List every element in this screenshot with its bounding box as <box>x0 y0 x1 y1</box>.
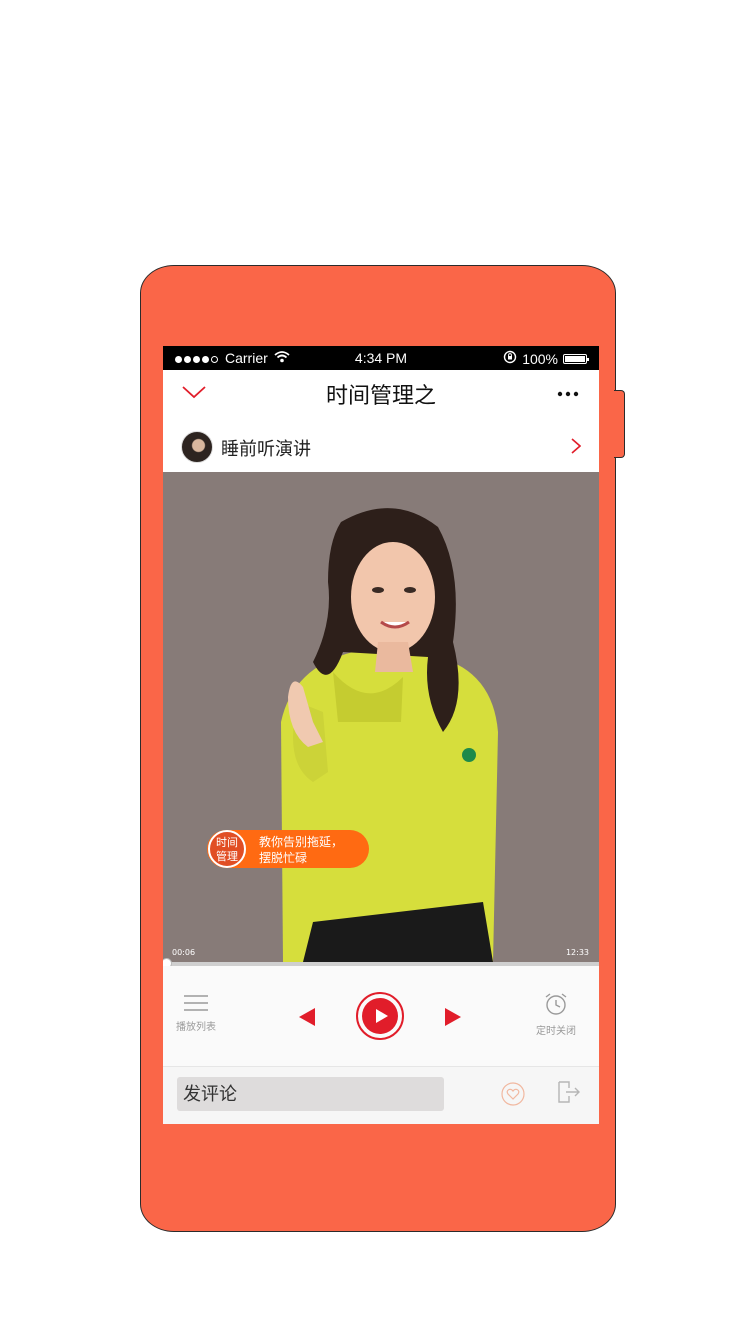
comment-bar <box>163 1066 599 1124</box>
share-icon[interactable] <box>557 1081 581 1107</box>
total-time: 12:33 <box>565 948 589 957</box>
rotation-lock-icon <box>503 350 517 367</box>
app-screen: Carrier 4:34 PM 100% 时间管理之 睡前听演讲 时间 管理 教… <box>163 346 599 1124</box>
battery-percent: 100% <box>522 350 558 367</box>
play-icon <box>362 998 398 1034</box>
next-track-icon[interactable] <box>445 1008 461 1030</box>
play-button[interactable] <box>356 992 404 1040</box>
album-name: 睡前听演讲 <box>221 439 311 460</box>
nav-bar: 时间管理之 <box>163 370 599 420</box>
like-heart-icon[interactable] <box>501 1082 525 1110</box>
current-time: 00:06 <box>172 948 196 957</box>
album-avatar <box>181 431 213 463</box>
battery-icon <box>563 353 589 364</box>
alarm-clock-icon <box>543 993 569 1020</box>
previous-track-icon[interactable] <box>299 1008 315 1030</box>
speaker-photo <box>163 472 599 962</box>
playlist-label: 播放列表 <box>176 1022 216 1033</box>
album-row[interactable]: 睡前听演讲 <box>163 422 599 470</box>
status-bar: Carrier 4:34 PM 100% <box>163 346 599 370</box>
sleep-timer-label: 定时关闭 <box>536 1026 576 1037</box>
tag-badge: 时间 管理 <box>208 830 246 868</box>
cover-tag: 时间 管理 教你告别拖延， 摆脱忙碌 <box>207 830 369 868</box>
tag-badge-line-1: 时间 <box>216 836 238 849</box>
more-options-icon[interactable] <box>557 382 579 402</box>
page-title: 时间管理之 <box>325 384 436 409</box>
tag-badge-line-2: 管理 <box>216 850 238 863</box>
playlist-button[interactable]: 播放列表 <box>173 994 219 1033</box>
chevron-right-icon <box>571 438 582 458</box>
playlist-icon <box>184 995 208 1016</box>
tag-text-line-2: 摆脱忙碌 <box>259 851 308 865</box>
comment-input[interactable] <box>177 1077 444 1111</box>
player-controls: 播放列表 定时关闭 <box>163 966 599 1066</box>
tag-description: 教你告别拖延， 摆脱忙碌 <box>259 834 343 866</box>
cover-image: 时间 管理 教你告别拖延， 摆脱忙碌 <box>163 472 599 962</box>
phone-side-button <box>614 390 625 458</box>
tag-text-line-1: 教你告别拖延， <box>259 835 344 849</box>
sleep-timer-button[interactable]: 定时关闭 <box>529 992 583 1037</box>
